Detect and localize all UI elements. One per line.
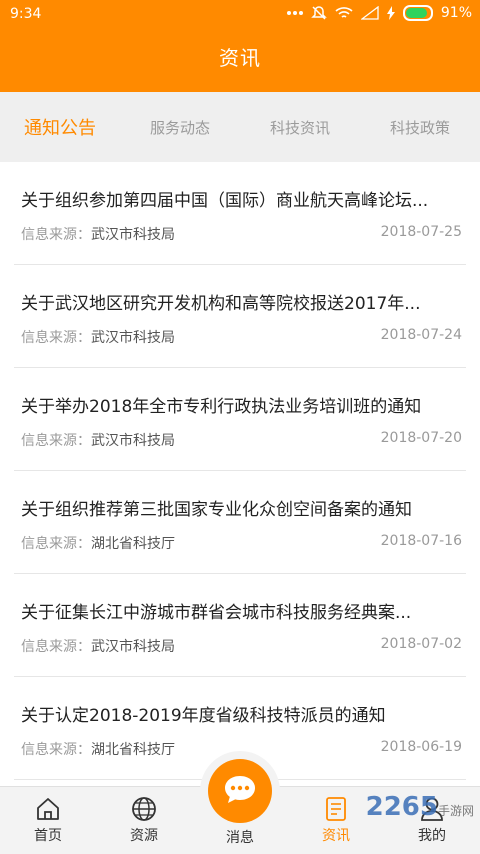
nav-label: 资源: [130, 828, 158, 844]
source-value: 武汉市科技局: [91, 639, 175, 655]
item-source: 信息来源：武汉市科技局: [21, 430, 175, 450]
source-value: 湖北省科技厅: [91, 742, 175, 758]
chat-icon: [222, 773, 258, 809]
nav-label: 首页: [34, 828, 62, 844]
status-icons: 91%: [286, 5, 472, 21]
item-source: 信息来源：武汉市科技局: [21, 636, 175, 656]
wifi-icon: [335, 6, 353, 20]
nav-label: 资讯: [322, 828, 350, 844]
battery-icon: [402, 5, 433, 21]
item-title: 关于武汉地区研究开发机构和高等院校报送2017年...: [21, 294, 421, 314]
item-source: 信息来源：武汉市科技局: [21, 224, 175, 244]
item-source: 信息来源：武汉市科技局: [21, 327, 175, 347]
list-item[interactable]: 关于征集长江中游城市群省会城市科技服务经典案... 信息来源：武汉市科技局 20…: [14, 574, 466, 677]
mute-bell-icon: [311, 5, 327, 21]
source-value: 湖北省科技厅: [91, 536, 175, 552]
item-date: 2018-07-16: [380, 533, 462, 549]
item-title: 关于组织参加第四届中国（国际）商业航天高峰论坛...: [21, 191, 429, 211]
source-value: 武汉市科技局: [91, 330, 175, 346]
item-date: 2018-07-24: [380, 327, 462, 343]
item-title: 关于征集长江中游城市群省会城市科技服务经典案...: [21, 603, 412, 623]
category-tabs: 通知公告 服务动态 科技资讯 科技政策: [0, 92, 480, 162]
source-label: 信息来源：: [21, 536, 91, 552]
status-bar: 9:34 91%: [0, 0, 480, 30]
watermark-logo: 2265手游网: [366, 792, 474, 822]
charging-icon: [386, 6, 395, 20]
battery-percent: 91%: [440, 5, 472, 21]
tab-tech-policy[interactable]: 科技政策: [360, 117, 480, 138]
item-source: 信息来源：湖北省科技厅: [21, 533, 175, 553]
watermark-main: 2265: [365, 792, 438, 822]
source-value: 武汉市科技局: [91, 227, 175, 243]
globe-icon: [130, 795, 158, 823]
source-value: 武汉市科技局: [91, 433, 175, 449]
messages-bubble: [208, 759, 272, 823]
list-item[interactable]: 关于组织参加第四届中国（国际）商业航天高峰论坛... 信息来源：武汉市科技局 2…: [14, 162, 466, 265]
document-icon: [322, 795, 350, 823]
item-source: 信息来源：湖北省科技厅: [21, 739, 175, 759]
tab-notices[interactable]: 通知公告: [0, 114, 120, 140]
source-label: 信息来源：: [21, 433, 91, 449]
list-item[interactable]: 关于组织推荐第三批国家专业化众创空间备案的通知 信息来源：湖北省科技厅 2018…: [14, 471, 466, 574]
nav-label: 我的: [418, 828, 446, 844]
item-date: 2018-07-25: [380, 224, 462, 240]
item-date: 2018-06-19: [380, 739, 462, 755]
tab-service-news[interactable]: 服务动态: [120, 117, 240, 138]
source-label: 信息来源：: [21, 639, 91, 655]
item-date: 2018-07-20: [380, 430, 462, 446]
signal-icon: [360, 6, 379, 20]
list-item[interactable]: 关于武汉地区研究开发机构和高等院校报送2017年... 信息来源：武汉市科技局 …: [14, 265, 466, 368]
item-title: 关于组织推荐第三批国家专业化众创空间备案的通知: [21, 500, 412, 520]
list-item[interactable]: 关于举办2018年全市专利行政执法业务培训班的通知 信息来源：武汉市科技局 20…: [14, 368, 466, 471]
nav-home[interactable]: 首页: [0, 787, 96, 854]
nav-resources[interactable]: 资源: [96, 787, 192, 854]
item-title: 关于举办2018年全市专利行政执法业务培训班的通知: [21, 397, 422, 417]
watermark-sub: 手游网: [437, 804, 474, 818]
item-title: 关于认定2018-2019年度省级科技特派员的通知: [21, 706, 386, 726]
nav-messages[interactable]: 消息: [192, 759, 288, 854]
source-label: 信息来源：: [21, 330, 91, 346]
page-title: 资讯: [219, 46, 261, 70]
tab-tech-news[interactable]: 科技资讯: [240, 117, 360, 138]
source-label: 信息来源：: [21, 227, 91, 243]
status-time: 9:34: [10, 6, 42, 22]
app-header: 9:34 91% 资讯: [0, 0, 480, 92]
item-date: 2018-07-02: [380, 636, 462, 652]
home-icon: [34, 795, 62, 823]
source-label: 信息来源：: [21, 742, 91, 758]
more-dots-icon: [286, 10, 303, 16]
nav-label: 消息: [226, 830, 254, 846]
news-list: 关于组织参加第四届中国（国际）商业航天高峰论坛... 信息来源：武汉市科技局 2…: [0, 162, 480, 786]
